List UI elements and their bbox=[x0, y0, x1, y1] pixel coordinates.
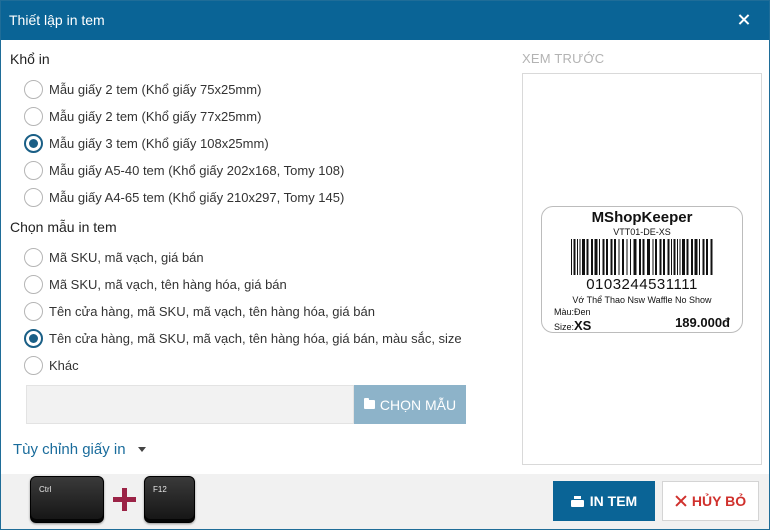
folder-icon bbox=[363, 398, 375, 409]
print-label-text: IN TEM bbox=[589, 493, 638, 509]
label-store-name: MShopKeeper bbox=[591, 209, 693, 226]
barcode-image bbox=[571, 239, 713, 275]
template-option-label: Tên cửa hàng, mã SKU, mã vạch, tên hàng … bbox=[49, 330, 462, 346]
radio-button[interactable] bbox=[24, 301, 43, 321]
radio-button[interactable] bbox=[24, 247, 43, 267]
close-icon[interactable] bbox=[734, 10, 754, 30]
label-preview: MShopKeeper VTT01-DE-XS 0103244531111 Vớ… bbox=[541, 206, 743, 333]
radio-button[interactable] bbox=[24, 106, 43, 126]
label-size: Size:XS bbox=[554, 318, 591, 333]
template-option-sku-barcode-name-price[interactable]: Mã SKU, mã vạch, tên hàng hóa, giá bán bbox=[24, 273, 287, 295]
dialog-title: Thiết lập in tem bbox=[9, 12, 105, 28]
radio-button[interactable] bbox=[24, 355, 43, 375]
template-option-label: Mã SKU, mã vạch, tên hàng hóa, giá bán bbox=[49, 276, 287, 292]
dialog-titlebar: Thiết lập in tem bbox=[1, 1, 769, 40]
paper-option-label: Mẫu giấy 2 tem (Khổ giấy 77x25mm) bbox=[49, 108, 262, 124]
template-option-label: Tên cửa hàng, mã SKU, mã vạch, tên hàng … bbox=[49, 303, 375, 319]
label-color-title: Màu: bbox=[554, 307, 575, 317]
f12-key-label: F12 bbox=[153, 485, 167, 494]
cancel-text: HỦY BỎ bbox=[691, 493, 747, 509]
radio-button-checked[interactable] bbox=[24, 328, 43, 348]
label-barcode-number: 0103244531111 bbox=[586, 276, 698, 293]
template-label: Chọn mẫu in tem bbox=[10, 219, 117, 235]
choose-template-button[interactable]: CHỌN MẪU bbox=[354, 385, 466, 424]
plus-icon bbox=[113, 488, 136, 511]
printer-icon bbox=[570, 495, 584, 507]
paper-option-label: Mẫu giấy 3 tem (Khổ giấy 108x25mm) bbox=[49, 135, 269, 151]
template-option-full[interactable]: Tên cửa hàng, mã SKU, mã vạch, tên hàng … bbox=[24, 327, 462, 349]
paper-option-a4-65[interactable]: Mẫu giấy A4-65 tem (Khổ giấy 210x297, To… bbox=[24, 186, 344, 208]
ctrl-key-icon: Ctrl bbox=[30, 476, 104, 523]
custom-template-field[interactable] bbox=[26, 385, 354, 424]
paper-option-75x25[interactable]: Mẫu giấy 2 tem (Khổ giấy 75x25mm) bbox=[24, 78, 261, 100]
label-color-value: Đen bbox=[574, 307, 591, 317]
paper-option-label: Mẫu giấy 2 tem (Khổ giấy 75x25mm) bbox=[49, 81, 262, 97]
cancel-button[interactable]: HỦY BỎ bbox=[662, 481, 759, 521]
label-color: Màu:Đen bbox=[554, 307, 591, 317]
choose-template-label: CHỌN MẪU bbox=[379, 396, 457, 413]
paper-option-label: Mẫu giấy A4-65 tem (Khổ giấy 210x297, To… bbox=[49, 189, 345, 205]
caret-down-icon bbox=[137, 447, 146, 452]
radio-button[interactable] bbox=[24, 187, 43, 207]
radio-button-checked[interactable] bbox=[24, 133, 43, 153]
print-label-dialog: Thiết lập in tem Khổ in Mẫu giấy 2 tem (… bbox=[0, 0, 770, 530]
label-price: 189.000đ bbox=[675, 315, 730, 330]
ctrl-key-label: Ctrl bbox=[39, 485, 52, 494]
paper-option-108x25[interactable]: Mẫu giấy 3 tem (Khổ giấy 108x25mm) bbox=[24, 132, 269, 154]
label-product-name: Vớ Thể Thao Nsw Waffle No Show bbox=[572, 295, 712, 305]
customize-paper-toggle[interactable]: Tùy chỉnh giấy in bbox=[13, 441, 146, 458]
label-size-title: Size: bbox=[554, 322, 575, 332]
preview-title: XEM TRƯỚC bbox=[522, 51, 605, 66]
paper-option-77x25[interactable]: Mẫu giấy 2 tem (Khổ giấy 77x25mm) bbox=[24, 105, 261, 127]
paper-option-label: Mẫu giấy A5-40 tem (Khổ giấy 202x168, To… bbox=[49, 162, 345, 178]
radio-button[interactable] bbox=[24, 160, 43, 180]
radio-button[interactable] bbox=[24, 274, 43, 294]
customize-paper-label: Tùy chỉnh giấy in bbox=[13, 441, 126, 458]
template-option-sku-barcode-price[interactable]: Mã SKU, mã vạch, giá bán bbox=[24, 246, 204, 268]
label-sku: VTT01-DE-XS bbox=[613, 227, 671, 237]
template-option-label: Khác bbox=[49, 357, 79, 373]
preview-panel: MShopKeeper VTT01-DE-XS 0103244531111 Vớ… bbox=[522, 73, 762, 465]
template-option-label: Mã SKU, mã vạch, giá bán bbox=[49, 249, 204, 265]
paper-size-label: Khổ in bbox=[10, 51, 50, 67]
paper-option-a5-40[interactable]: Mẫu giấy A5-40 tem (Khổ giấy 202x168, To… bbox=[24, 159, 344, 181]
label-size-value: XS bbox=[574, 318, 592, 333]
radio-button[interactable] bbox=[24, 79, 43, 99]
f12-key-icon: F12 bbox=[144, 476, 195, 523]
close-icon bbox=[675, 495, 687, 507]
print-label-button[interactable]: IN TEM bbox=[553, 481, 655, 521]
template-option-store-sku-barcode-name-price[interactable]: Tên cửa hàng, mã SKU, mã vạch, tên hàng … bbox=[24, 300, 375, 322]
template-option-other[interactable]: Khác bbox=[24, 354, 79, 376]
